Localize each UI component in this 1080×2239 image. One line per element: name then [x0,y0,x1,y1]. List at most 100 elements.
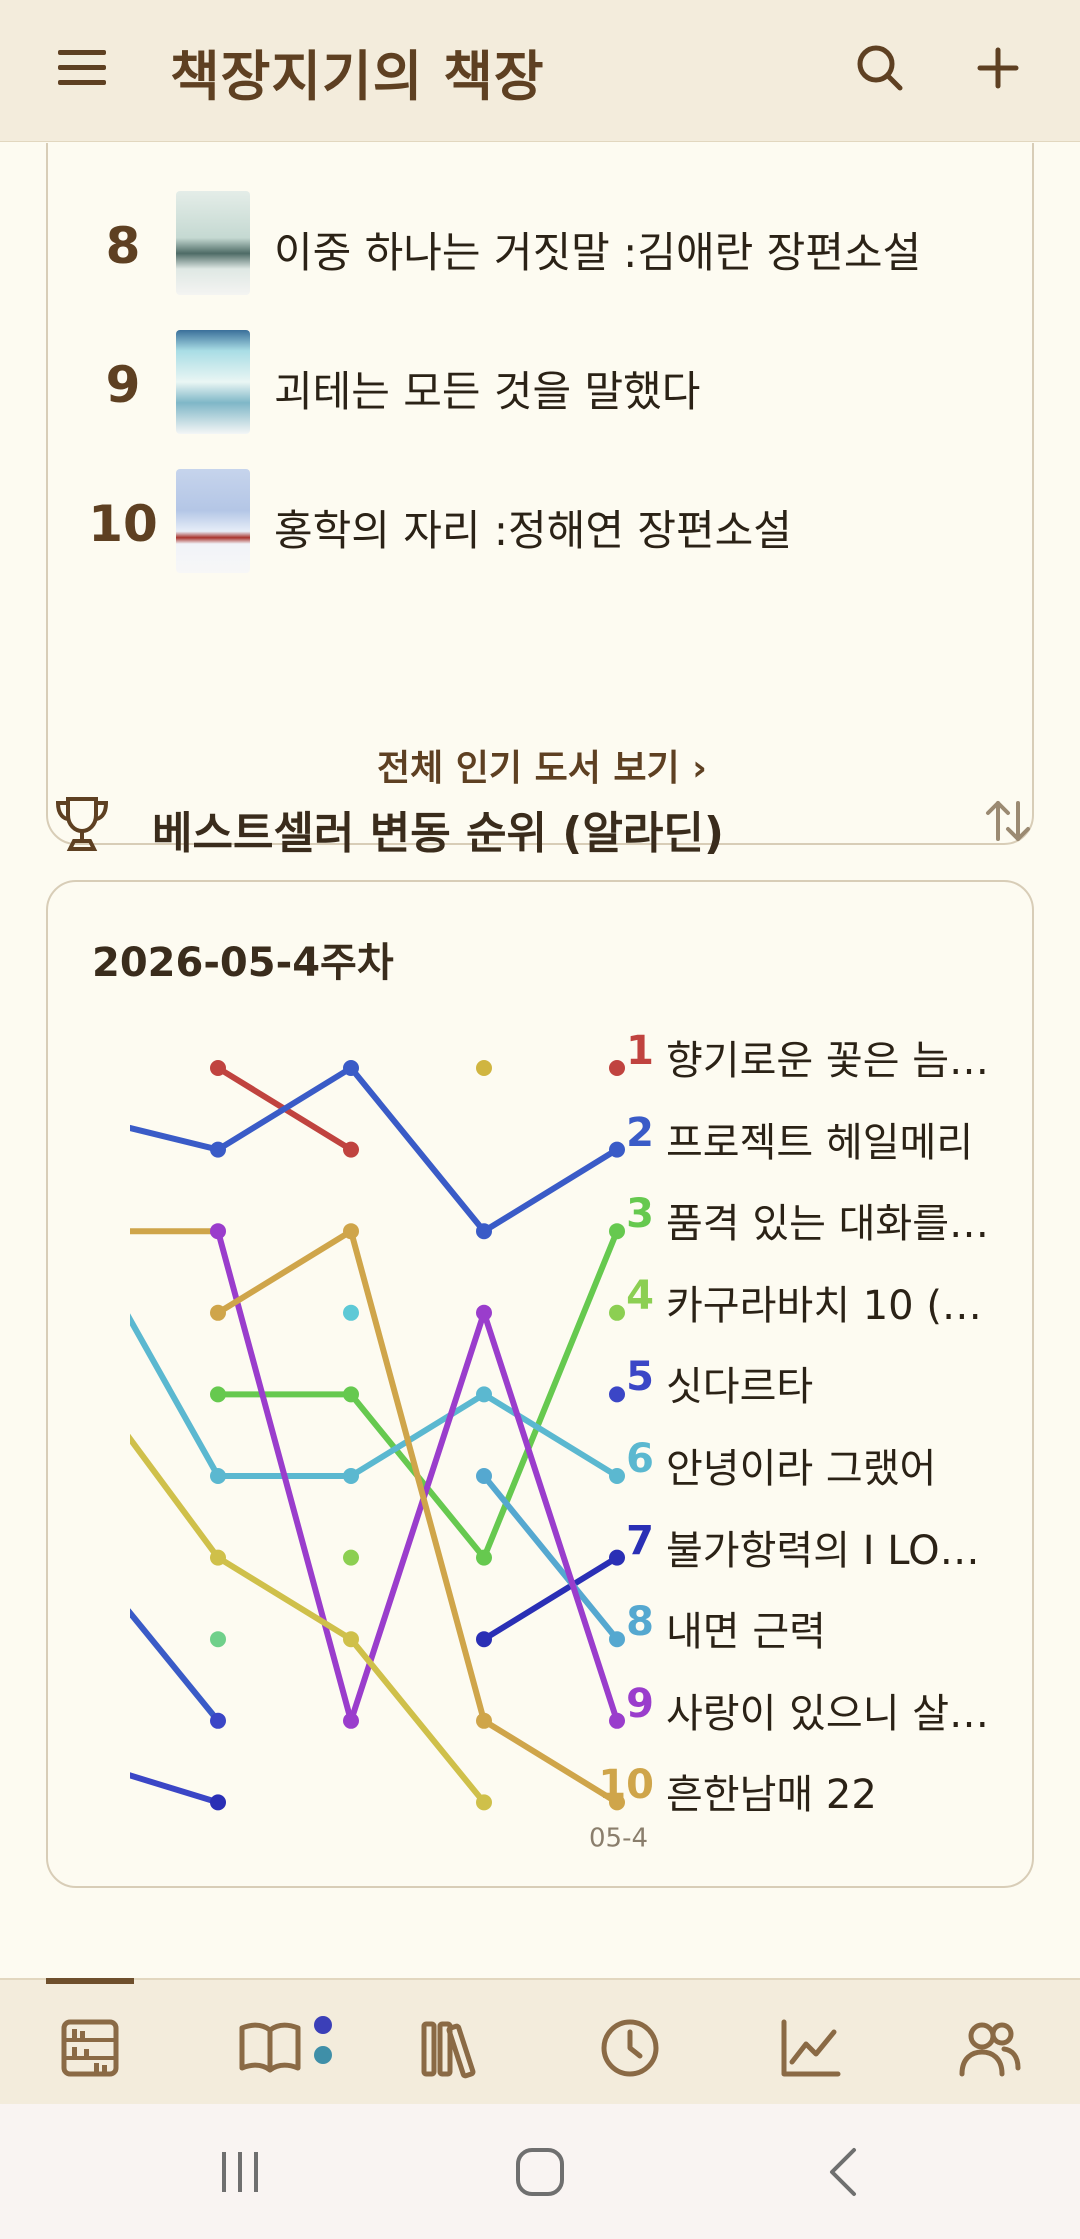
legend-book-title: 싯다르타 [666,1364,814,1411]
legend-item[interactable]: 3 품격 있는 대화를… [624,1181,1024,1247]
data-point[interactable] [343,1712,359,1729]
data-point[interactable] [343,1549,359,1566]
data-point[interactable] [210,1468,226,1484]
data-point[interactable] [609,1304,625,1321]
data-point[interactable] [609,1060,625,1076]
data-point[interactable] [343,1141,359,1158]
open-book-icon [239,2022,301,2073]
legend-item[interactable]: 2 프로젝트 헤일메리 [624,1100,1024,1166]
recent-apps-icon[interactable] [212,2144,268,2200]
data-point[interactable] [210,1060,226,1076]
data-point[interactable] [609,1141,625,1158]
series-line-segment [348,1065,487,1235]
popular-book-row[interactable]: 9 괴테는 모든 것을 말했다 [48,330,1036,434]
sort-icon[interactable] [982,795,1034,847]
legend-item[interactable]: 10 흔한남매 22 [598,1752,1024,1818]
data-point[interactable] [476,1386,492,1403]
series-lead-in-segment [130,1608,221,1723]
data-point[interactable] [476,1304,492,1321]
legend-item[interactable]: 4 카구라바치 10 (… [624,1263,1024,1329]
series-line-segment [481,1309,620,1724]
legend-rank: 2 [626,1109,654,1156]
series-line-segment [481,1473,620,1643]
data-point[interactable] [476,1060,492,1076]
legend-book-title: 사랑이 있으니 살… [666,1690,990,1737]
add-icon[interactable] [970,40,1026,96]
data-point[interactable] [609,1223,625,1240]
legend-item[interactable]: 9 사랑이 있으니 살… [624,1671,1024,1737]
data-point[interactable] [210,1304,226,1321]
series-line-segment [481,1146,620,1235]
bookshelf-icon [61,2019,119,2077]
data-point[interactable] [476,1549,492,1566]
legend-item[interactable]: 8 내면 근력 [624,1589,1024,1655]
data-point[interactable] [343,1304,359,1321]
legend-book-title: 프로젝트 헤일메리 [666,1119,974,1166]
legend-book-title: 안녕이라 그랬어 [666,1446,937,1492]
menu-icon[interactable] [56,46,108,90]
legend-book-title: 향기로운 꽃은 늠… [666,1038,990,1084]
home-icon[interactable] [512,2144,568,2200]
series-lead-in-segment [130,1313,221,1478]
data-point[interactable] [609,1631,625,1648]
series-line-segment [215,1554,354,1643]
series-line-segment [481,1554,620,1643]
popular-book-row[interactable]: 10 홍학의 자리 :정해연 장편소설 [48,469,1036,573]
series-line-segment [348,1228,487,1724]
indicator-dot [314,2016,332,2034]
indicator-dot [314,2046,332,2064]
main-scroll[interactable]: 8 이중 하나는 거짓말 :김애란 장편소설 9 괴테는 모든 것을 말했다 1… [0,143,1080,1978]
data-point[interactable] [476,1712,492,1729]
tab-reading[interactable] [180,1980,360,2104]
data-point[interactable] [343,1386,359,1403]
series-line-segment [481,1717,620,1806]
tab-bookshelf[interactable] [0,1980,180,2104]
data-point[interactable] [476,1631,492,1648]
legend-item[interactable]: 5 싯다르타 [624,1344,1024,1410]
chart-week-label: 2026-05-4주차 [92,940,394,986]
legend-book-title: 품격 있는 대화를… [666,1201,990,1248]
data-point[interactable] [343,1060,359,1076]
search-icon[interactable] [852,40,908,96]
data-point[interactable] [609,1468,625,1484]
data-point[interactable] [609,1549,625,1566]
x-tick-label: 05-4 [589,1823,648,1853]
legend-book-title: 내면 근력 [666,1609,826,1656]
tab-stats[interactable] [720,1980,900,2104]
data-point[interactable] [476,1794,492,1811]
data-point[interactable] [476,1468,492,1484]
data-point[interactable] [343,1631,359,1648]
series-line-segment [348,1636,487,1806]
data-point[interactable] [210,1386,226,1403]
legend-item[interactable]: 6 안녕이라 그랬어 [624,1426,1024,1492]
data-point[interactable] [609,1712,625,1729]
data-point[interactable] [343,1468,359,1484]
data-point[interactable] [210,1794,226,1811]
tab-history[interactable] [540,1980,720,2104]
legend-book-title: 불가항력의 I LO… [666,1527,980,1574]
data-point[interactable] [210,1549,226,1566]
legend-rank: 5 [626,1354,654,1401]
system-nav-bar [0,2104,1080,2239]
app-title: 책장지기의 책장 [170,45,545,108]
legend-item[interactable]: 7 불가항력의 I LO… [624,1508,1024,1574]
legend-rank: 4 [626,1272,654,1319]
data-point[interactable] [609,1386,625,1403]
series-lead-in-segment [130,1433,221,1560]
tab-friends[interactable] [900,1980,1080,2104]
popular-book-row[interactable]: 8 이중 하나는 거짓말 :김애란 장편소설 [48,191,1036,295]
data-point[interactable] [210,1223,226,1240]
data-point[interactable] [476,1223,492,1240]
tab-library[interactable] [360,1980,540,2104]
data-point[interactable] [343,1223,359,1240]
data-point[interactable] [210,1712,226,1729]
trophy-icon [55,797,109,851]
legend-item[interactable]: 1 향기로운 꽃은 늠… [624,1018,1024,1084]
legend-book-title: 카구라바치 10 (… [666,1282,982,1329]
back-icon[interactable] [816,2144,872,2200]
data-point[interactable] [210,1141,226,1158]
clock-icon [601,2019,659,2077]
legend-rank: 9 [626,1680,654,1727]
data-point[interactable] [210,1631,226,1648]
series-lead-in-segment [130,1772,219,1806]
